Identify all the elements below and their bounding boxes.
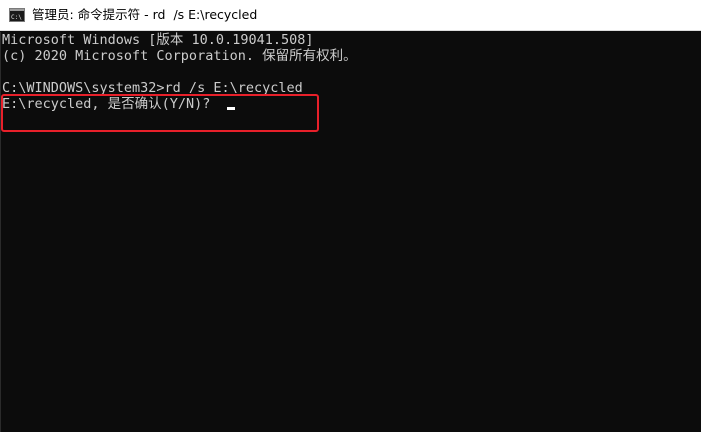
window-title: 管理员: 命令提示符 - rd /s E:\recycled: [32, 7, 258, 22]
highlight-annotation-box: [1, 94, 319, 132]
console-line-version: Microsoft Windows [版本 10.0.19041.508]: [2, 32, 314, 48]
svg-text:C:\: C:\: [11, 14, 22, 21]
title-bar[interactable]: C:\ 管理员: 命令提示符 - rd /s E:\recycled: [0, 0, 701, 31]
cmd-console-icon: C:\: [9, 8, 25, 22]
console-line-copyright: (c) 2020 Microsoft Corporation. 保留所有权利。: [2, 48, 357, 64]
console-output[interactable]: Microsoft Windows [版本 10.0.19041.508] (c…: [0, 32, 701, 432]
command-prompt-window: C:\ 管理员: 命令提示符 - rd /s E:\recycled Micro…: [0, 0, 701, 432]
